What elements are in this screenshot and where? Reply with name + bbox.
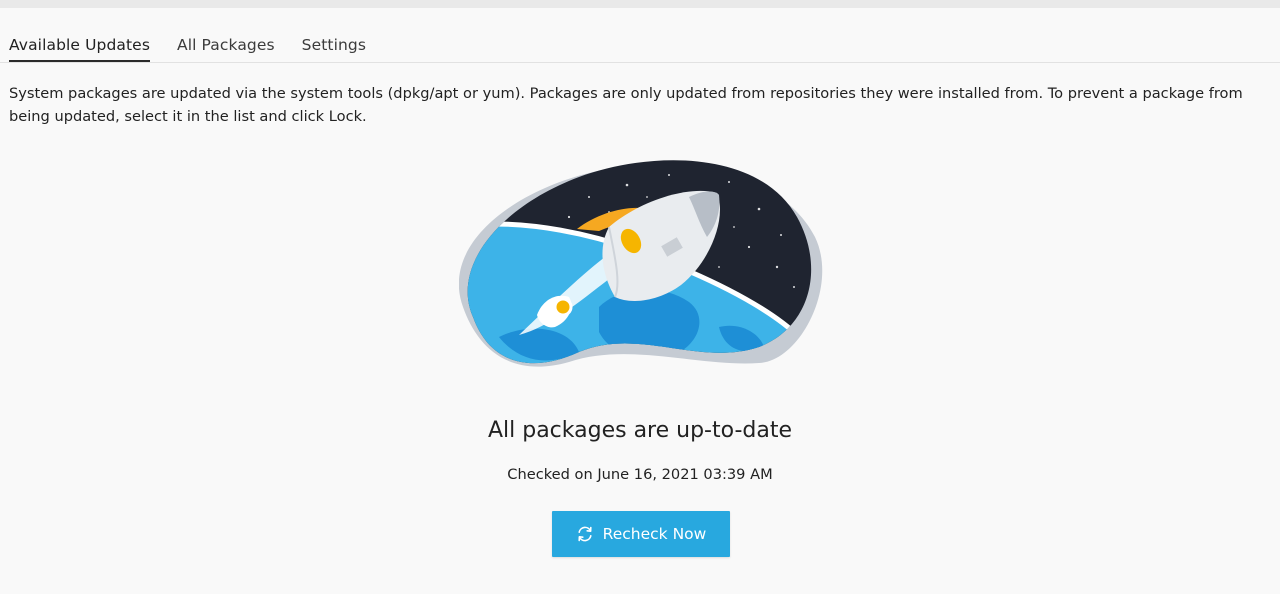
status-headline: All packages are up-to-date <box>487 418 793 443</box>
tab-bar: Available Updates All Packages Settings <box>9 33 393 63</box>
page-description: System packages are updated via the syst… <box>9 85 1243 125</box>
tab-all-packages[interactable]: All Packages <box>177 33 275 63</box>
last-checked-text: Checked on June 16, 2021 03:39 AM <box>507 466 773 483</box>
tab-divider <box>0 62 1280 63</box>
recheck-now-button[interactable]: Recheck Now <box>552 511 730 557</box>
recheck-now-label: Recheck Now <box>602 525 707 543</box>
top-bar <box>0 0 1280 8</box>
tab-available-updates[interactable]: Available Updates <box>9 33 150 63</box>
refresh-icon <box>576 525 594 543</box>
tab-settings[interactable]: Settings <box>302 33 366 63</box>
rocket-illustration <box>458 157 825 375</box>
